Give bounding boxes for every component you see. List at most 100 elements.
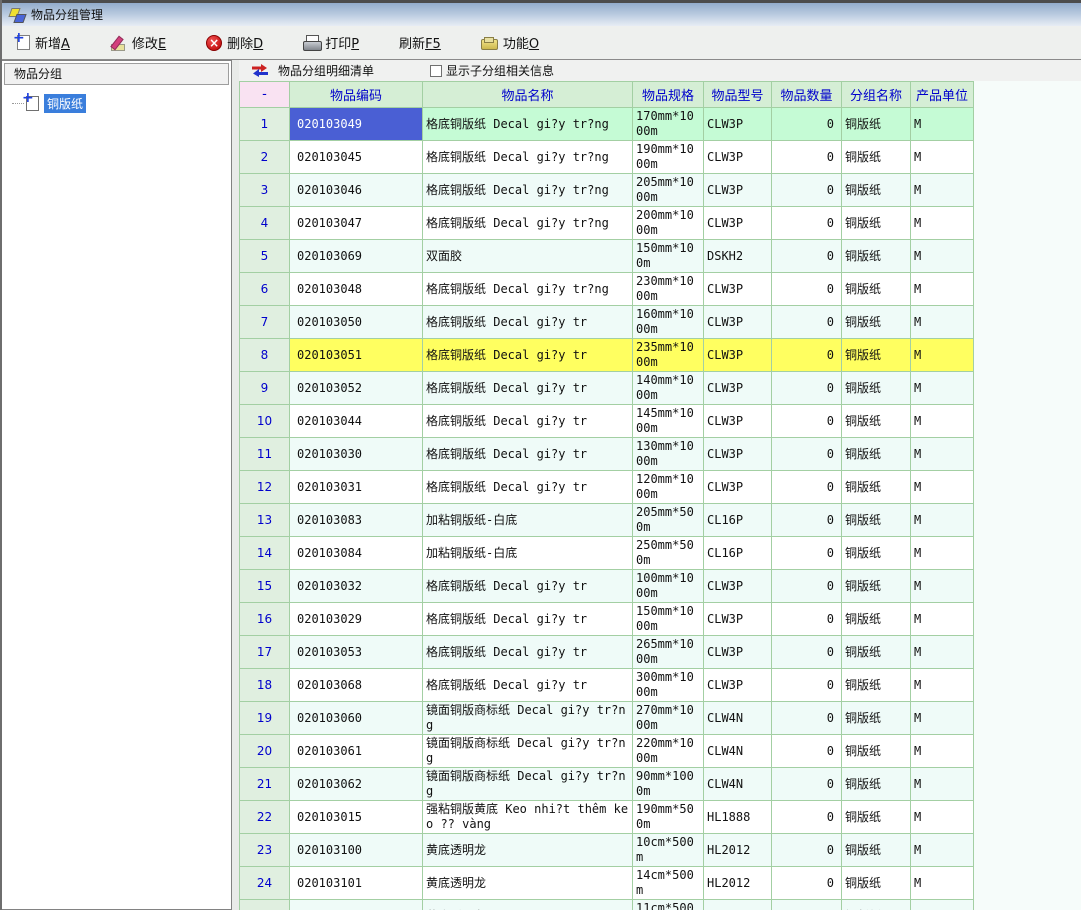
table-row[interactable]: 6020103048格底铜版纸 Decal gi?y tr?ng230mm*10… <box>240 273 974 306</box>
cell-qty[interactable]: 0 <box>772 900 842 910</box>
cell-spec[interactable]: 235mm*1000m <box>633 339 704 372</box>
table-row[interactable]: 15020103032格底铜版纸 Decal gi?y tr100mm*1000… <box>240 570 974 603</box>
cell-unit[interactable]: M <box>911 405 974 438</box>
cell-spec[interactable]: 150mm*1000m <box>633 603 704 636</box>
cell-seq[interactable]: 19 <box>240 702 290 735</box>
cell-seq[interactable]: 20 <box>240 735 290 768</box>
cell-name[interactable]: 加粘铜版纸-白底 <box>423 504 633 537</box>
cell-name[interactable]: 镜面铜版商标纸 Decal gi?y tr?ng <box>423 702 633 735</box>
cell-code[interactable]: 020103030 <box>290 438 423 471</box>
cell-group[interactable]: 铜版纸 <box>842 603 911 636</box>
cell-spec[interactable]: 10cm*500m <box>633 834 704 867</box>
cell-qty[interactable]: 0 <box>772 669 842 702</box>
cell-model[interactable]: CLW3P <box>704 108 772 141</box>
cell-seq[interactable]: 22 <box>240 801 290 834</box>
cell-spec[interactable]: 230mm*1000m <box>633 273 704 306</box>
table-row[interactable]: 20020103061镜面铜版商标纸 Decal gi?y tr?ng220mm… <box>240 735 974 768</box>
table-row[interactable]: 10020103044格底铜版纸 Decal gi?y tr145mm*1000… <box>240 405 974 438</box>
cell-spec[interactable]: 100mm*1000m <box>633 570 704 603</box>
cell-group[interactable]: 铜版纸 <box>842 240 911 273</box>
cell-qty[interactable]: 0 <box>772 801 842 834</box>
table-row[interactable]: 4020103047格底铜版纸 Decal gi?y tr?ng200mm*10… <box>240 207 974 240</box>
cell-unit[interactable]: M <box>911 108 974 141</box>
cell-group[interactable]: 铜版纸 <box>842 669 911 702</box>
cell-name[interactable]: 双面胶 <box>423 240 633 273</box>
cell-spec[interactable]: 200mm*1000m <box>633 207 704 240</box>
table-row[interactable]: 1020103049格底铜版纸 Decal gi?y tr?ng170mm*10… <box>240 108 974 141</box>
cell-unit[interactable]: M <box>911 438 974 471</box>
table-row[interactable]: 11020103030格底铜版纸 Decal gi?y tr130mm*1000… <box>240 438 974 471</box>
table-row[interactable]: 22020103015强粘铜版黄底 Keo nhi?t thêm keo ?? … <box>240 801 974 834</box>
cell-seq[interactable]: 25 <box>240 900 290 910</box>
cell-unit[interactable]: M <box>911 174 974 207</box>
cell-seq[interactable]: 12 <box>240 471 290 504</box>
table-row[interactable]: 24020103101黄底透明龙14cm*500mHL20120铜版纸M <box>240 867 974 900</box>
cell-name[interactable]: 格底铜版纸 Decal gi?y tr?ng <box>423 141 633 174</box>
cell-seq[interactable]: 18 <box>240 669 290 702</box>
cell-qty[interactable]: 0 <box>772 834 842 867</box>
cell-name[interactable]: 格底铜版纸 Decal gi?y tr <box>423 372 633 405</box>
cell-unit[interactable]: M <box>911 801 974 834</box>
cell-code[interactable]: 020103060 <box>290 702 423 735</box>
cell-code[interactable]: 020103052 <box>290 372 423 405</box>
cell-code[interactable]: 020103051 <box>290 339 423 372</box>
cell-seq[interactable]: 15 <box>240 570 290 603</box>
cell-code[interactable]: 020103048 <box>290 273 423 306</box>
cell-group[interactable]: 铜版纸 <box>842 372 911 405</box>
cell-seq[interactable]: 1 <box>240 108 290 141</box>
cell-unit[interactable]: M <box>911 702 974 735</box>
cell-name[interactable]: 格底铜版纸 Decal gi?y tr <box>423 339 633 372</box>
tree-item-copper-paper[interactable]: + 铜版纸 <box>12 93 231 113</box>
cell-group[interactable]: 铜版纸 <box>842 108 911 141</box>
cell-unit[interactable]: M <box>911 339 974 372</box>
cell-spec[interactable]: 300mm*1000m <box>633 669 704 702</box>
cell-unit[interactable]: M <box>911 768 974 801</box>
cell-code[interactable]: 020103045 <box>290 141 423 174</box>
cell-group[interactable]: 铜版纸 <box>842 768 911 801</box>
cell-seq[interactable]: 21 <box>240 768 290 801</box>
cell-name[interactable]: 格底铜版纸 Decal gi?y tr <box>423 306 633 339</box>
cell-qty[interactable]: 0 <box>772 504 842 537</box>
cell-spec[interactable]: 265mm*1000m <box>633 636 704 669</box>
cell-code[interactable]: 020103062 <box>290 768 423 801</box>
cell-code[interactable]: 020103102 <box>290 900 423 910</box>
cell-name[interactable]: 格底铜版纸 Decal gi?y tr <box>423 603 633 636</box>
cell-group[interactable]: 铜版纸 <box>842 702 911 735</box>
cell-qty[interactable]: 0 <box>772 537 842 570</box>
cell-seq[interactable]: 5 <box>240 240 290 273</box>
cell-group[interactable]: 铜版纸 <box>842 504 911 537</box>
cell-name[interactable]: 镜面铜版商标纸 Decal gi?y tr?ng <box>423 735 633 768</box>
cell-code[interactable]: 020103032 <box>290 570 423 603</box>
cell-group[interactable]: 铜版纸 <box>842 900 911 910</box>
cell-spec[interactable]: 11cm*500m <box>633 900 704 910</box>
cell-unit[interactable]: M <box>911 141 974 174</box>
table-row[interactable]: 19020103060镜面铜版商标纸 Decal gi?y tr?ng270mm… <box>240 702 974 735</box>
cell-qty[interactable]: 0 <box>772 207 842 240</box>
cell-unit[interactable]: M <box>911 240 974 273</box>
cell-qty[interactable]: 0 <box>772 570 842 603</box>
cell-unit[interactable]: M <box>911 372 974 405</box>
cell-group[interactable]: 铜版纸 <box>842 570 911 603</box>
cell-model[interactable]: CL16P <box>704 537 772 570</box>
cell-name[interactable]: 格底铜版纸 Decal gi?y tr <box>423 636 633 669</box>
table-row[interactable]: 25020103102黄底透明龙-25U11cm*500m0铜版纸M <box>240 900 974 910</box>
cell-qty[interactable]: 0 <box>772 867 842 900</box>
cell-qty[interactable]: 0 <box>772 372 842 405</box>
cell-unit[interactable]: M <box>911 900 974 910</box>
cell-group[interactable]: 铜版纸 <box>842 636 911 669</box>
cell-code[interactable]: 020103050 <box>290 306 423 339</box>
tree-item-label[interactable]: 铜版纸 <box>44 94 86 113</box>
cell-code[interactable]: 020103047 <box>290 207 423 240</box>
cell-model[interactable]: CLW3P <box>704 372 772 405</box>
cell-group[interactable]: 铜版纸 <box>842 306 911 339</box>
table-row[interactable]: 23020103100黄底透明龙10cm*500mHL20120铜版纸M <box>240 834 974 867</box>
cell-model[interactable]: CLW4N <box>704 702 772 735</box>
cell-seq[interactable]: 13 <box>240 504 290 537</box>
cell-name[interactable]: 格底铜版纸 Decal gi?y tr <box>423 471 633 504</box>
cell-qty[interactable]: 0 <box>772 438 842 471</box>
table-row[interactable]: 2020103045格底铜版纸 Decal gi?y tr?ng190mm*10… <box>240 141 974 174</box>
cell-qty[interactable]: 0 <box>772 768 842 801</box>
table-row[interactable]: 5020103069双面胶150mm*100mDSKH20铜版纸M <box>240 240 974 273</box>
toolbar-button-edit[interactable]: 修改E <box>103 29 173 56</box>
cell-qty[interactable]: 0 <box>772 735 842 768</box>
